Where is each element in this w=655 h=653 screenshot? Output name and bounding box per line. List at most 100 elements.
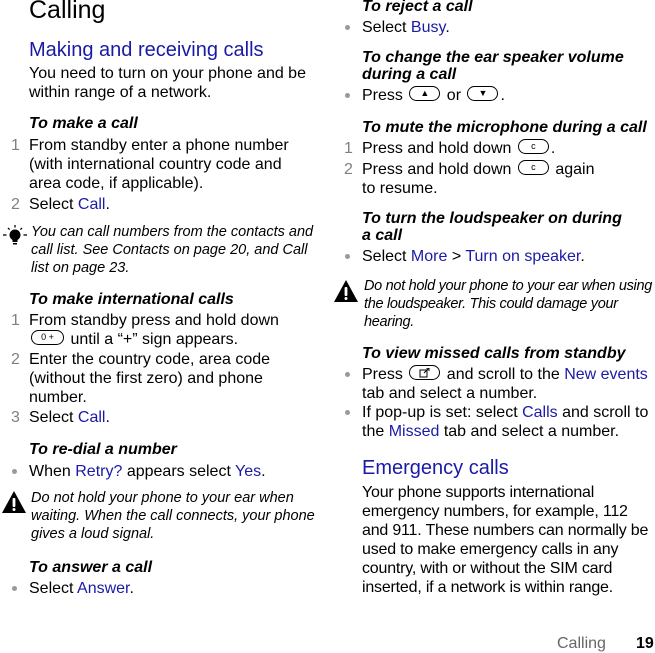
bullet-dot [12, 586, 17, 591]
intro-text: You need to turn on your phone and be wi… [29, 65, 306, 101]
reject-heading: To reject a call [362, 0, 473, 15]
clear-key-icon: c [517, 160, 549, 176]
retry-link[interactable]: Retry? [75, 463, 122, 480]
warning-text-loudspeaker: Do not hold your phone to your ear when … [364, 278, 652, 330]
section-title-making-receiving: Making and receiving calls [29, 39, 264, 61]
mute-heading: To mute the microphone during a call [362, 119, 647, 136]
punctuation: . [105, 409, 110, 426]
step-text: Press and hold down [362, 140, 516, 157]
make-call-step-1: 1 From standby enter a phone number (wit… [11, 136, 314, 193]
volume-block: To change the ear speaker volume during … [345, 49, 637, 105]
step-text: Enter the country code, area code (witho… [29, 351, 271, 406]
make-call-block: To make a call 1 From standby enter a ph… [11, 114, 314, 214]
punctuation: . [445, 19, 450, 36]
international-heading: To make international calls [29, 291, 234, 308]
bullet-text: tab and select a number. [362, 385, 538, 402]
volume-down-key-icon: ▼ [467, 86, 499, 102]
bullet-text: Press [362, 87, 408, 104]
step-text: again [550, 161, 595, 178]
step-text: Select [29, 409, 78, 426]
busy-link[interactable]: Busy [411, 19, 445, 36]
redial-bullet: When Retry? appears select Yes. [12, 462, 314, 481]
loudspeaker-bullet: Select More > Turn on speaker. [345, 247, 632, 266]
missed-bullet-2: If pop-up is set: select Calls and scrol… [345, 403, 654, 441]
step-number: 1 [11, 137, 20, 154]
step-number: 3 [11, 409, 20, 426]
yes-link[interactable]: Yes [235, 463, 261, 480]
step-text: Press and hold down [362, 161, 516, 178]
bullet-dot [345, 93, 350, 98]
calls-link[interactable]: Calls [522, 404, 558, 421]
new-events-link[interactable]: New events [564, 366, 648, 383]
reject-bullet: Select Busy. [345, 18, 652, 37]
redial-block: To re-dial a number When Retry? appears … [12, 440, 314, 481]
call-link[interactable]: Call [78, 409, 106, 426]
page-number: 19 [636, 635, 654, 652]
answer-block: To answer a call Select Answer. [12, 558, 314, 598]
bullet-text: Select [362, 248, 411, 265]
zero-plus-key-icon: 0 + [31, 330, 64, 346]
bullet-text: Press [362, 366, 408, 383]
missed-calls-heading: To view missed calls from standby [362, 345, 626, 362]
bullet-dot [345, 254, 350, 259]
more-link[interactable]: More [411, 248, 447, 265]
footer-section-name: Calling [557, 635, 606, 652]
warning-icon [333, 279, 359, 303]
loudspeaker-block: To turn the loudspeaker on during a call… [345, 210, 632, 266]
bullet-text: appears select [122, 463, 236, 480]
punctuation: . [500, 87, 505, 104]
missed-calls-block: To view missed calls from standby Press … [345, 344, 654, 441]
international-step-2: 2 Enter the country code, area code (wit… [11, 350, 314, 407]
step-text: Select [29, 196, 78, 213]
answer-link[interactable]: Answer [77, 580, 129, 597]
volume-up-key-icon: ▲ [409, 86, 441, 102]
bullet-text: Select [29, 580, 78, 597]
activity-menu-key-icon [409, 365, 441, 381]
punctuation: . [129, 580, 134, 597]
international-step-1: 1 From standby press and hold down 0 + u… [11, 311, 314, 349]
step-text: to resume. [362, 180, 438, 197]
punctuation: . [105, 196, 110, 213]
bullet-text: tab and select a number. [439, 423, 620, 440]
answer-bullet: Select Answer. [12, 579, 314, 598]
tip-text: You can call numbers from the contacts a… [31, 224, 314, 276]
left-column: Making and receiving calls You need to t… [29, 38, 319, 102]
turn-on-speaker-link[interactable]: Turn on speaker [465, 248, 580, 265]
mute-step-2: 2 Press and hold down c again to resume. [344, 160, 654, 198]
warning-text-waiting: Do not hold your phone to your ear when … [31, 490, 315, 542]
international-block: To make international calls 1 From stand… [11, 290, 314, 427]
step-number: 2 [11, 196, 20, 213]
clear-key-icon: c [517, 139, 549, 155]
bullet-dot [345, 372, 350, 377]
make-call-step-2: 2 Select Call. [11, 195, 314, 214]
step-number: 2 [344, 161, 353, 178]
bullet-text: or [442, 87, 466, 104]
step-text: From standby press and hold down [29, 312, 279, 329]
step-number: 1 [11, 312, 20, 329]
bullet-text: When [29, 463, 76, 480]
lightbulb-icon [2, 223, 28, 251]
emergency-text: Your phone supports international emerge… [362, 484, 649, 596]
bullet-text: Select [362, 19, 411, 36]
missed-link[interactable]: Missed [389, 423, 440, 440]
emergency-block: Emergency calls Your phone supports inte… [362, 456, 654, 597]
punctuation: . [550, 140, 556, 157]
missed-bullet-1: Press and scroll to the New events tab a… [345, 365, 654, 403]
punctuation: . [580, 248, 585, 265]
page-title: Calling [29, 0, 106, 24]
volume-bullet: Press ▲ or ▼. [345, 86, 637, 105]
reject-block: To reject a call Select Busy. [345, 0, 652, 37]
bullet-text: and scroll to the [442, 366, 565, 383]
bullet-dot [345, 410, 350, 415]
step-number: 1 [344, 140, 353, 157]
make-call-heading: To make a call [29, 115, 138, 132]
loudspeaker-heading: To turn the loudspeaker on during a call [362, 210, 622, 244]
mute-block: To mute the microphone during a call 1 P… [344, 118, 654, 198]
bullet-dot [12, 469, 17, 474]
punctuation: . [261, 463, 266, 480]
menu-separator: > [447, 248, 466, 265]
bullet-text: If pop-up is set: select [362, 404, 523, 421]
bullet-dot [345, 25, 350, 30]
call-link[interactable]: Call [78, 196, 106, 213]
step-number: 2 [11, 351, 20, 368]
